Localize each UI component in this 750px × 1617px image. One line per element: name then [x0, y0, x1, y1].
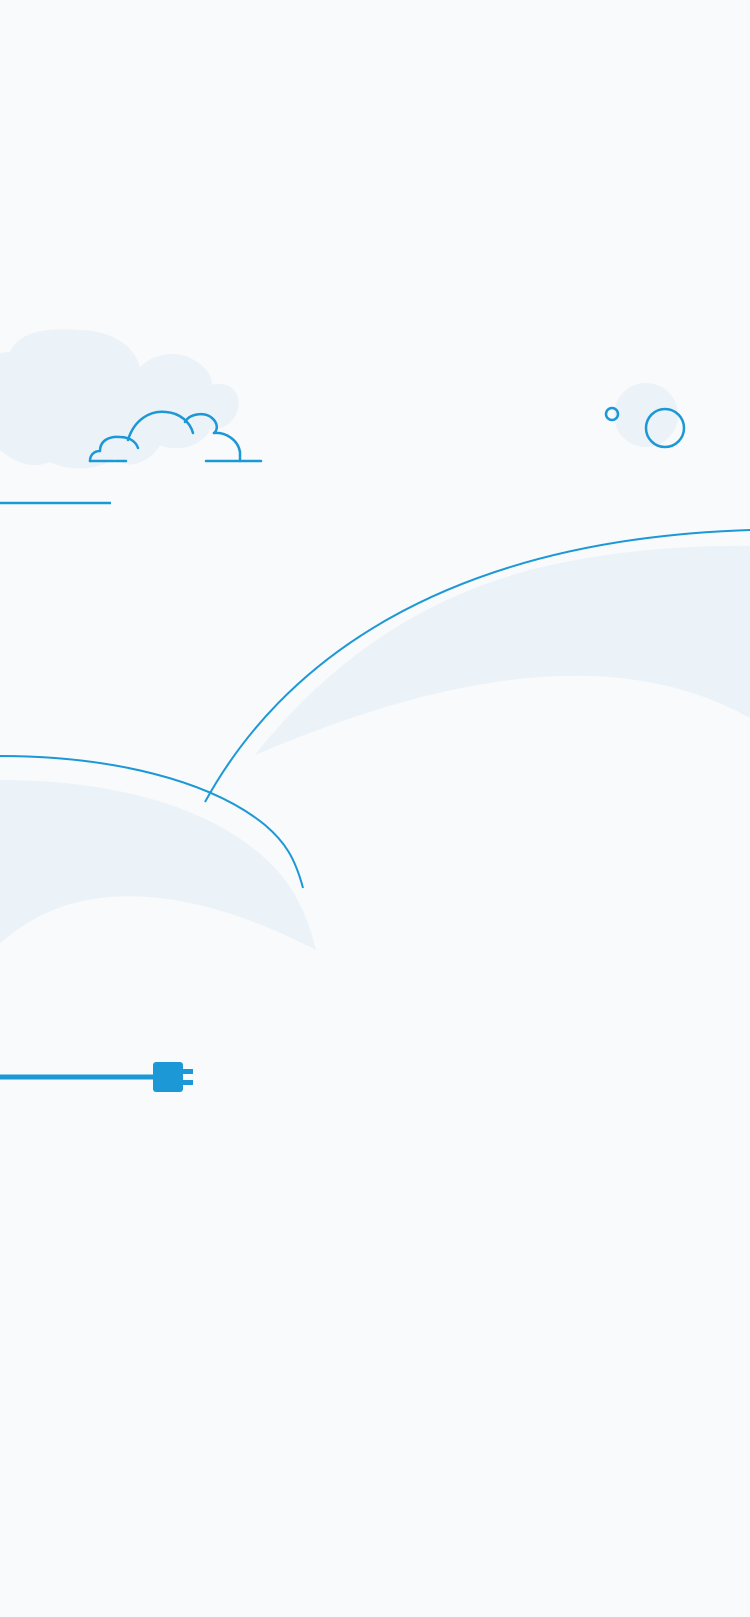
empty-state-illustration — [0, 0, 750, 1617]
